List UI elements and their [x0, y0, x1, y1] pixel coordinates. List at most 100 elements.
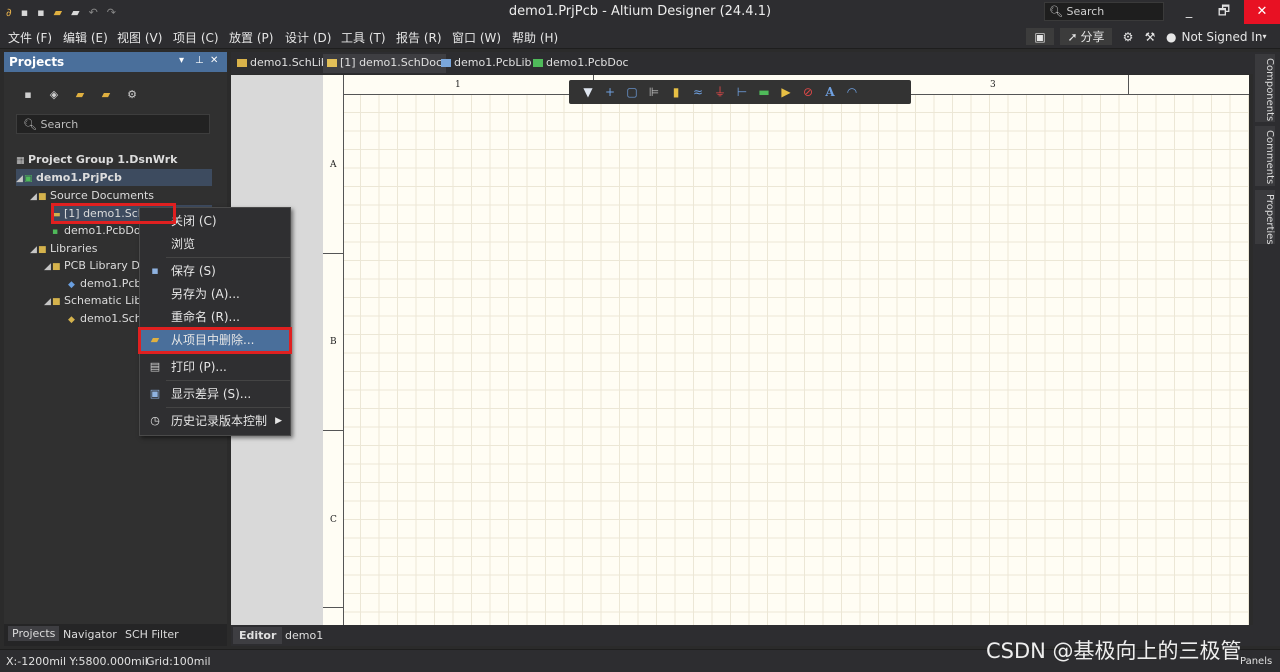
workspace-icon: ▦ [16, 156, 25, 166]
move-crosshair-icon[interactable]: + [599, 84, 621, 100]
menu-design[interactable]: 设计 (D) [285, 29, 331, 46]
zone-divider [323, 253, 344, 254]
collapse-arrow-icon: ◢ [44, 262, 51, 272]
pcb-project-icon: ▣ [24, 174, 33, 184]
tree-project-demo1[interactable]: ◢▣ demo1.PrjPcb [16, 169, 212, 186]
bus-icon[interactable]: ⊢ [731, 84, 753, 100]
feedback-button[interactable]: ▣ [1026, 28, 1054, 45]
zone-divider [323, 607, 344, 608]
zone-row-label: A [330, 160, 337, 170]
tree-pcb-library-docs[interactable]: ◢■ PCB Library Do [44, 257, 147, 274]
panel-settings-gear-icon[interactable]: ⚙ [122, 88, 142, 102]
pin-icon[interactable]: ⊥ [195, 55, 204, 66]
add-to-project-icon[interactable]: ▰ [70, 88, 90, 102]
tab-editor[interactable]: Editor [233, 627, 283, 644]
menu-edit[interactable]: 编辑 (E) [63, 29, 108, 46]
tree-schlib[interactable]: ◆ demo1.SchL [68, 310, 148, 327]
tree-libraries[interactable]: ◢■ Libraries [30, 240, 98, 257]
sign-in-button[interactable]: ● Not Signed In ▾ [1166, 28, 1278, 45]
tab-projects[interactable]: Projects [8, 626, 60, 641]
components-panel-tab[interactable]: Components [1255, 54, 1275, 122]
menu-window[interactable]: 窗口 (W) [452, 29, 501, 46]
folder-icon: ■ [38, 192, 47, 202]
menu-item-explore[interactable]: 浏览 [140, 233, 290, 255]
menu-item-label: 另存为 (A)... [171, 287, 240, 301]
menu-item-label: 显示差异 (S)... [171, 387, 252, 401]
tree-pcbdoc[interactable]: ▪ demo1.PcbDoc [52, 222, 147, 239]
project-options-icon[interactable]: ◈ [44, 88, 64, 102]
panel-close-icon[interactable]: ✕ [210, 55, 218, 66]
tab-label: demo1.PcbLib [454, 56, 532, 69]
tree-project-group[interactable]: ▦ Project Group 1.DsnWrk [16, 151, 177, 168]
search-placeholder: Search [1066, 5, 1105, 18]
tab-demo1-schdoc[interactable]: [1] demo1.SchDoc [323, 54, 447, 73]
tree-label: PCB Library Do [64, 259, 147, 272]
submenu-arrow-icon: ▶ [275, 416, 282, 426]
save-project-icon[interactable]: ▪ [18, 88, 38, 102]
menu-item-show-differences[interactable]: ▣ 显示差异 (S)... [140, 383, 290, 405]
menu-item-print[interactable]: ▤ 打印 (P)... [140, 356, 290, 378]
schematic-canvas[interactable] [323, 75, 1249, 625]
global-search-input[interactable]: 🔍︎ Search [1044, 2, 1164, 21]
tree-label: Project Group 1.DsnWrk [28, 153, 178, 166]
filter-icon[interactable]: ▼ [577, 84, 599, 100]
share-button[interactable]: ➚ 分享 [1060, 28, 1112, 45]
menu-item-save-as[interactable]: 另存为 (A)... [140, 283, 290, 305]
align-icon[interactable]: ⊫ [643, 84, 665, 100]
directive-icon[interactable]: ⊘ [797, 84, 819, 100]
minimize-button[interactable]: _ [1172, 0, 1206, 24]
tree-label: demo1.SchL [80, 312, 148, 325]
menu-item-label: 重命名 (R)... [171, 310, 240, 324]
port-icon[interactable]: ▶ [775, 84, 797, 100]
menu-file[interactable]: 文件 (F) [8, 29, 52, 46]
grid-size: Grid:100mil [146, 655, 211, 668]
active-bar-toolbar: ▼ + ▢ ⊫ ▮ ≈ ⏚ ⊢ ▬ ▶ ⊘ A ◠ [569, 80, 911, 104]
power-port-icon[interactable]: ⏚ [709, 84, 731, 100]
place-part-icon[interactable]: ▮ [665, 84, 687, 100]
zone-divider [1128, 75, 1129, 95]
close-button[interactable]: ✕ [1244, 0, 1280, 24]
comments-panel-tab[interactable]: Comments [1255, 126, 1275, 186]
panels-button[interactable]: Panels [1240, 656, 1272, 667]
menu-view[interactable]: 视图 (V) [117, 29, 162, 46]
tree-label: Schematic Libr [64, 294, 146, 307]
projects-search-input[interactable]: 🔍︎ Search [16, 114, 210, 134]
settings-gear-icon[interactable]: ⚙ [1120, 28, 1136, 45]
menu-tools[interactable]: 工具 (T) [341, 29, 386, 46]
tab-demo1-editor[interactable]: demo1 [279, 627, 329, 644]
tab-navigator[interactable]: Navigator [63, 628, 117, 641]
menu-item-history-version-control[interactable]: ◷ 历史记录版本控制 ▶ [140, 410, 290, 432]
tree-source-documents[interactable]: ◢■ Source Documents [30, 187, 154, 204]
tree-label: demo1.PcbDoc [64, 224, 147, 237]
tree-schematic-library-docs[interactable]: ◢■ Schematic Libr [44, 292, 146, 309]
menu-reports[interactable]: 报告 (R) [396, 29, 442, 46]
select-area-icon[interactable]: ▢ [621, 84, 643, 100]
menu-separator [166, 257, 290, 258]
tree-pcblib[interactable]: ◆ demo1.PcbL [68, 275, 147, 292]
tab-sch-filter[interactable]: SCH Filter [125, 628, 179, 641]
menu-item-save[interactable]: ▪ 保存 (S) [140, 260, 290, 282]
menu-item-rename[interactable]: 重命名 (R)... [140, 306, 290, 328]
menu-help[interactable]: 帮助 (H) [512, 29, 558, 46]
tab-demo1-pcbdoc[interactable]: demo1.PcbDoc [529, 54, 633, 73]
tab-demo1-pcblib[interactable]: demo1.PcbLib [437, 54, 536, 73]
arc-icon[interactable]: ◠ [841, 84, 863, 100]
panel-menu-icon[interactable]: ▾ [179, 55, 184, 66]
tools-wrench-icon[interactable]: ⚒ [1142, 28, 1158, 45]
menu-project[interactable]: 项目 (C) [173, 29, 219, 46]
tree-label: demo1.PrjPcb [36, 171, 122, 184]
menu-place[interactable]: 放置 (P) [229, 29, 273, 46]
share-icon: ➚ [1067, 29, 1078, 44]
maximize-button[interactable]: 🗗 [1207, 0, 1241, 24]
zone-col-label: 3 [990, 80, 996, 90]
projects-panel-tabs: Projects Navigator SCH Filter [4, 624, 227, 646]
folder-icon: ■ [52, 297, 61, 307]
properties-panel-tab[interactable]: Properties [1255, 190, 1275, 245]
text-icon[interactable]: A [819, 84, 841, 100]
open-project-folder-icon[interactable]: ▰ [96, 88, 116, 102]
tree-label: Source Documents [50, 189, 154, 202]
wire-icon[interactable]: ≈ [687, 84, 709, 100]
tab-demo1-schlib[interactable]: demo1.SchLib [233, 54, 332, 73]
sheet-symbol-icon[interactable]: ▬ [753, 84, 775, 100]
pcb-doc-icon: ▪ [52, 227, 59, 237]
